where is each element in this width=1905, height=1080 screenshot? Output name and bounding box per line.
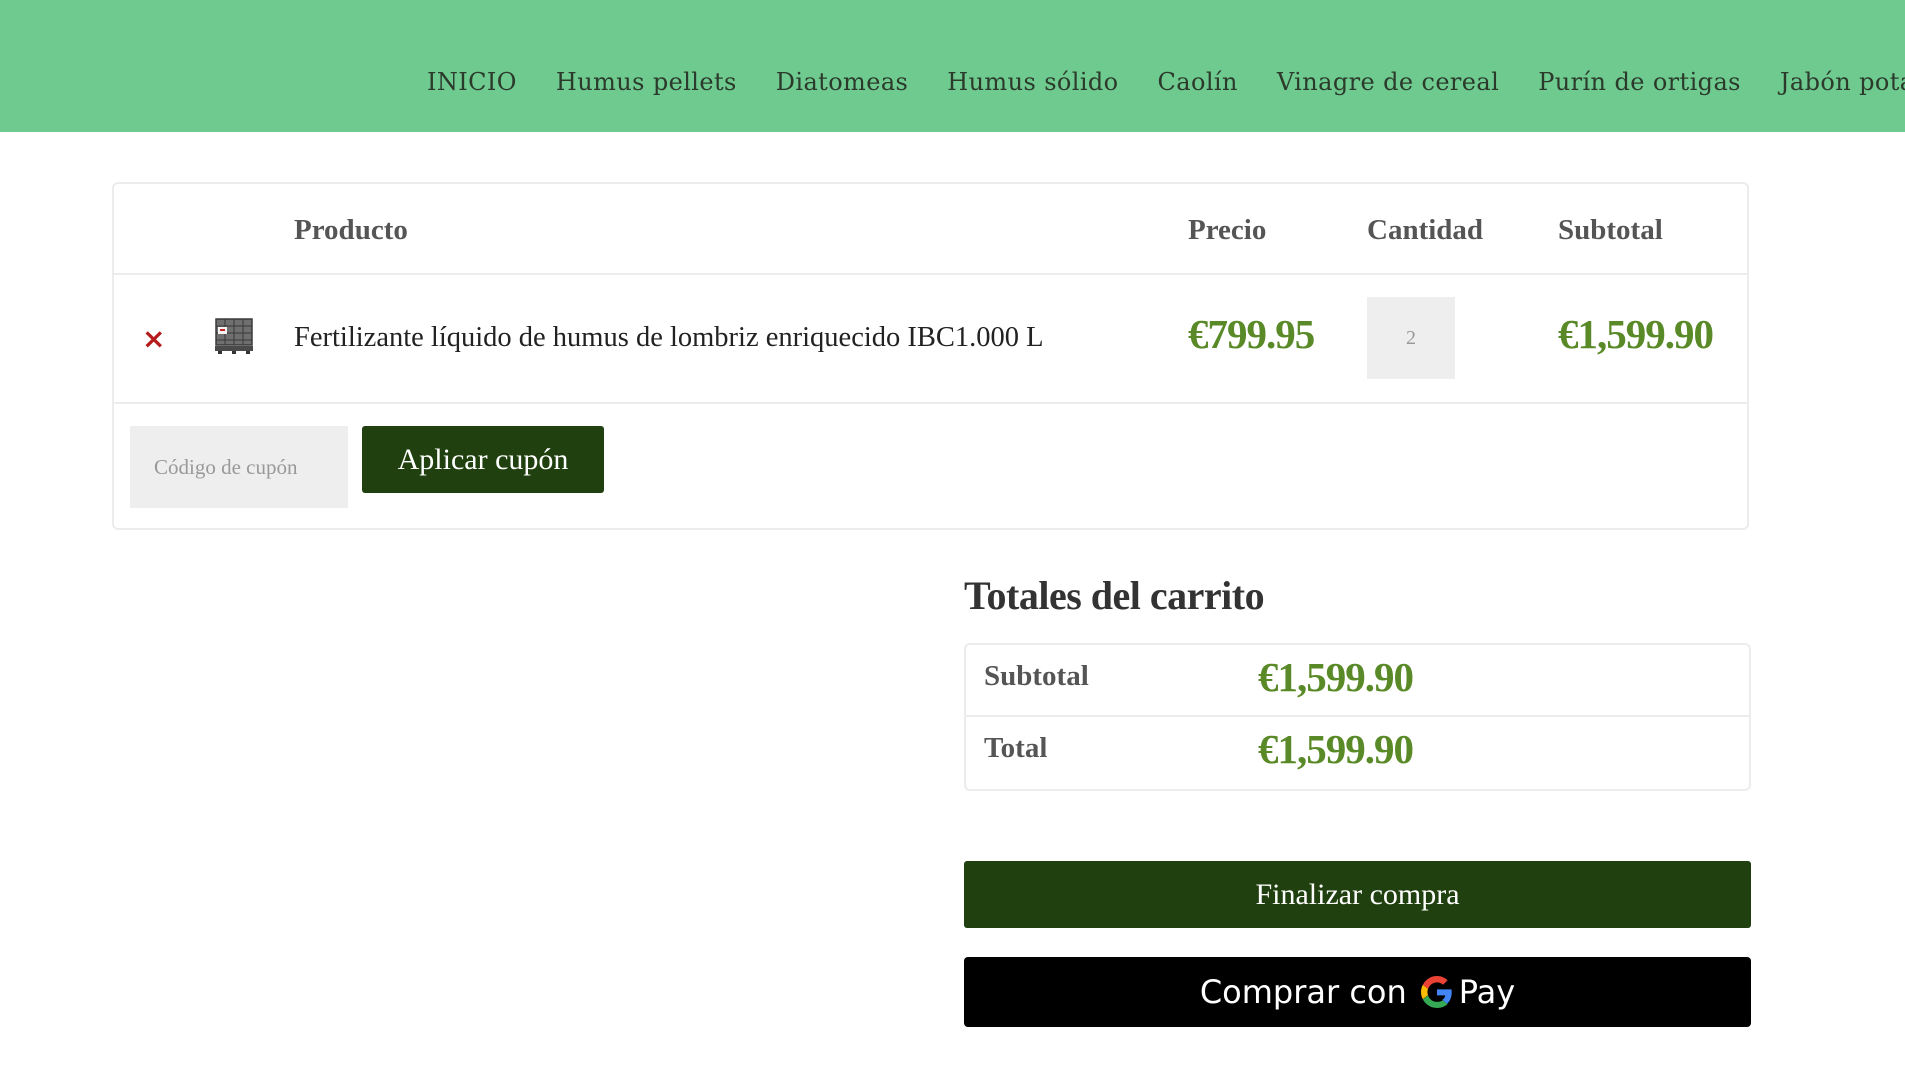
row-divider <box>966 715 1749 717</box>
quantity-input[interactable]: 2 <box>1367 297 1455 379</box>
totals-subtotal-label: Subtotal <box>984 660 1089 692</box>
totals-total-value: €1,599.90 <box>1258 726 1414 772</box>
header-subtotal: Subtotal <box>1558 214 1663 246</box>
cart-totals-title: Totales del carrito <box>964 573 1265 618</box>
nav-item-purin-de-ortigas[interactable]: Purín de ortigas <box>1538 68 1741 96</box>
totals-total-label: Total <box>984 732 1048 764</box>
header-quantity: Cantidad <box>1367 214 1484 246</box>
nav-item-humus-pellets[interactable]: Humus pellets <box>556 68 737 96</box>
gpay-prefix-label: Comprar con <box>1199 973 1407 1011</box>
remove-x-icon[interactable]: × <box>142 325 165 353</box>
nav-item-diatomeas[interactable]: Diatomeas <box>776 68 909 96</box>
cart-totals-table: Subtotal €1,599.90 Total €1,599.90 <box>964 643 1751 791</box>
apply-coupon-button[interactable]: Aplicar cupón <box>362 426 604 493</box>
google-g-icon <box>1420 976 1452 1008</box>
item-subtotal: €1,599.90 <box>1558 311 1714 357</box>
row-divider <box>114 402 1747 404</box>
header-price: Precio <box>1188 214 1267 246</box>
nav-item-humus-solido[interactable]: Humus sólido <box>947 68 1118 96</box>
product-name-link[interactable]: Fertilizante líquido de humus de lombriz… <box>294 322 1044 354</box>
product-thumbnail[interactable] <box>213 316 255 354</box>
google-pay-button[interactable]: Comprar con Pay <box>964 957 1751 1027</box>
main-nav: INICIO Humus pellets Diatomeas Humus sól… <box>427 68 1905 96</box>
item-price: €799.95 <box>1188 311 1315 357</box>
site-header: INICIO Humus pellets Diatomeas Humus sól… <box>0 0 1905 132</box>
nav-item-inicio[interactable]: INICIO <box>427 68 517 96</box>
coupon-code-input[interactable]: Código de cupón <box>130 426 348 508</box>
totals-subtotal-value: €1,599.90 <box>1258 654 1414 700</box>
gpay-suffix-label: Pay <box>1458 973 1516 1011</box>
row-divider <box>114 273 1747 275</box>
header-product: Producto <box>294 214 408 246</box>
nav-item-caolin[interactable]: Caolín <box>1158 68 1238 96</box>
cart-table: Producto Precio Cantidad Subtotal × Fert… <box>112 182 1749 530</box>
checkout-button[interactable]: Finalizar compra <box>964 861 1751 928</box>
nav-item-vinagre-de-cereal[interactable]: Vinagre de cereal <box>1277 68 1499 96</box>
nav-item-jabon-potasico[interactable]: Jabón potás <box>1780 68 1905 96</box>
